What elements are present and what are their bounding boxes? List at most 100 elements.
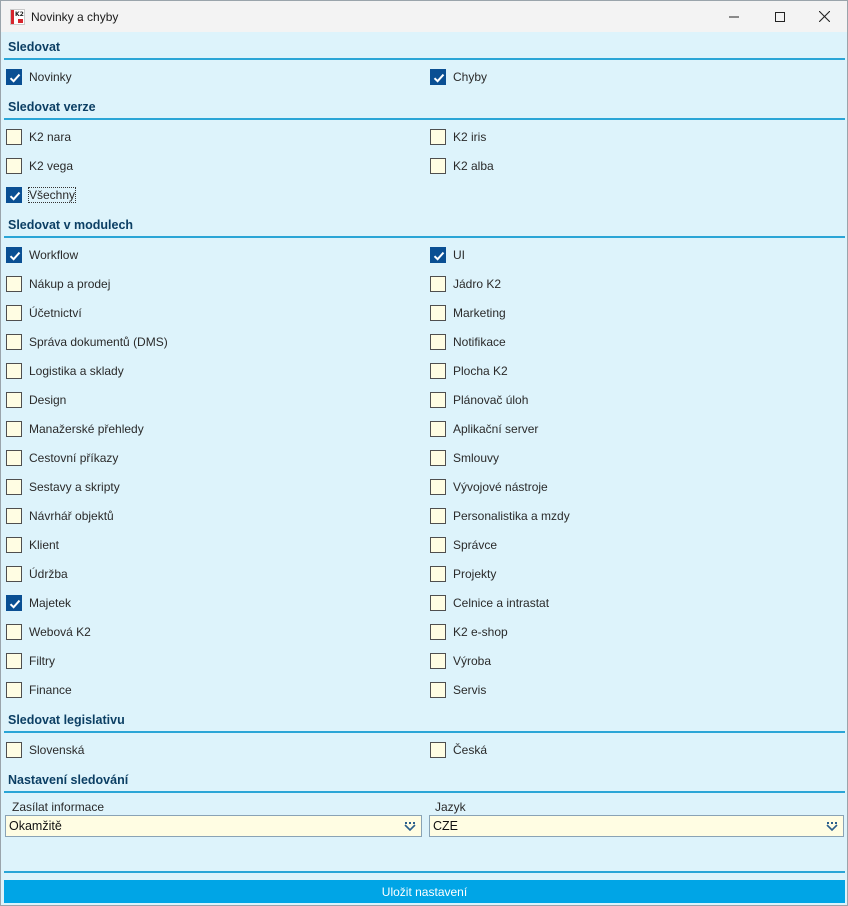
checkbox[interactable] (430, 392, 446, 408)
checkbox[interactable] (6, 247, 22, 263)
checkbox-label: Manažerské přehledy (29, 422, 144, 436)
checkbox[interactable] (6, 187, 22, 203)
checkbox-modules-celnice-a-intrastat[interactable]: Celnice a intrastat (430, 594, 549, 612)
checkbox-modules-marketing[interactable]: Marketing (430, 304, 506, 322)
checkbox-label: Cestovní příkazy (29, 451, 119, 465)
checkbox-modules-n-kup-a-prodej[interactable]: Nákup a prodej (6, 275, 110, 293)
checkbox-versions-k2-vega[interactable]: K2 vega (6, 157, 73, 175)
checkbox[interactable] (430, 479, 446, 495)
send-info-select[interactable]: Okamžitě (5, 815, 422, 837)
checkbox-modules-servis[interactable]: Servis (430, 681, 486, 699)
checkbox[interactable] (6, 682, 22, 698)
checkbox[interactable] (6, 742, 22, 758)
language-select[interactable]: CZE (429, 815, 844, 837)
checkbox[interactable] (6, 392, 22, 408)
checkbox-follow-chyby[interactable]: Chyby (430, 68, 487, 86)
checkbox[interactable] (6, 595, 22, 611)
checkbox-follow-novinky[interactable]: Novinky (6, 68, 72, 86)
checkbox-versions-k2-iris[interactable]: K2 iris (430, 128, 486, 146)
checkbox-modules-ui[interactable]: UI (430, 246, 465, 264)
checkbox-legislation-slovensk[interactable]: Slovenská (6, 741, 84, 759)
checkbox[interactable] (6, 69, 22, 85)
checkbox-label: K2 nara (29, 130, 72, 144)
checkbox[interactable] (6, 158, 22, 174)
checkbox[interactable] (430, 158, 446, 174)
checkbox[interactable] (6, 508, 22, 524)
checkbox[interactable] (6, 129, 22, 145)
checkbox[interactable] (6, 334, 22, 350)
checkbox-modules-spr-va-dokument-dms[interactable]: Správa dokumentů (DMS) (6, 333, 168, 351)
minimize-button[interactable] (711, 1, 757, 32)
checkbox-modules-personalistika-a-mzdy[interactable]: Personalistika a mzdy (430, 507, 570, 525)
save-settings-button[interactable]: Uložit nastavení (4, 880, 845, 903)
checkbox[interactable] (430, 421, 446, 437)
check-icon (433, 251, 445, 261)
checkbox[interactable] (6, 363, 22, 379)
footer-divider (4, 871, 845, 873)
checkbox-versions-v-echny[interactable]: Všechny (6, 186, 77, 204)
checkbox-legislation-esk[interactable]: Česká (430, 741, 487, 759)
checkbox[interactable] (430, 129, 446, 145)
checkbox[interactable] (6, 450, 22, 466)
checkbox-modules-etnictv[interactable]: Účetnictví (6, 304, 82, 322)
checkbox[interactable] (6, 653, 22, 669)
close-button[interactable] (801, 1, 847, 32)
checkbox-modules-v-vojov-n-stroje[interactable]: Vývojové nástroje (430, 478, 548, 496)
checkbox-modules-notifikace[interactable]: Notifikace (430, 333, 506, 351)
checkbox-modules-design[interactable]: Design (6, 391, 66, 409)
checkbox-modules-v-roba[interactable]: Výroba (430, 652, 491, 670)
checkbox-modules-aplika-n-server[interactable]: Aplikační server (430, 420, 538, 438)
checkbox-versions-k2-alba[interactable]: K2 alba (430, 157, 494, 175)
checkbox[interactable] (430, 305, 446, 321)
title-bar[interactable]: K2 Novinky a chyby (1, 1, 847, 32)
checkbox-modules-filtry[interactable]: Filtry (6, 652, 55, 670)
checkbox[interactable] (6, 537, 22, 553)
checkbox-modules-pl-nova-loh[interactable]: Plánovač úloh (430, 391, 528, 409)
checkbox-modules-projekty[interactable]: Projekty (430, 565, 496, 583)
checkbox-modules-dr-ba[interactable]: Údržba (6, 565, 68, 583)
checkbox-modules-sestavy-a-skripty[interactable]: Sestavy a skripty (6, 478, 120, 496)
checkbox-modules-majetek[interactable]: Majetek (6, 594, 71, 612)
maximize-button[interactable] (757, 1, 803, 32)
checkbox[interactable] (6, 624, 22, 640)
checkbox[interactable] (430, 682, 446, 698)
checkbox[interactable] (430, 537, 446, 553)
checkbox[interactable] (430, 624, 446, 640)
checkbox-modules-workflow[interactable]: Workflow (6, 246, 78, 264)
checkbox-modules-n-vrh-objekt[interactable]: Návrhář objektů (6, 507, 114, 525)
checkbox-modules-spr-vce[interactable]: Správce (430, 536, 497, 554)
checkbox[interactable] (430, 363, 446, 379)
checkbox[interactable] (430, 653, 446, 669)
checkbox-label: Plánovač úloh (453, 393, 529, 407)
checkbox[interactable] (430, 69, 446, 85)
language-label: Jazyk (435, 800, 466, 814)
checkbox-label: Správa dokumentů (DMS) (29, 335, 168, 349)
checkbox[interactable] (430, 508, 446, 524)
checkbox[interactable] (430, 334, 446, 350)
checkbox[interactable] (6, 276, 22, 292)
checkbox[interactable] (6, 305, 22, 321)
checkbox-versions-k2-nara[interactable]: K2 nara (6, 128, 71, 146)
checkbox-modules-klient[interactable]: Klient (6, 536, 59, 554)
checkbox[interactable] (6, 421, 22, 437)
checkbox-modules-k2-e-shop[interactable]: K2 e-shop (430, 623, 508, 641)
checkbox[interactable] (430, 276, 446, 292)
checkbox-modules-j-dro-k2[interactable]: Jádro K2 (430, 275, 501, 293)
checkbox[interactable] (430, 595, 446, 611)
checkbox[interactable] (6, 479, 22, 495)
checkbox-modules-finance[interactable]: Finance (6, 681, 72, 699)
checkbox-modules-mana-ersk-p-ehledy[interactable]: Manažerské přehledy (6, 420, 144, 438)
checkbox[interactable] (6, 566, 22, 582)
checkbox-modules-logistika-a-sklady[interactable]: Logistika a sklady (6, 362, 124, 380)
section-follow-title: Sledovat (8, 40, 61, 54)
checkbox[interactable] (430, 247, 446, 263)
checkbox-modules-webov-k2[interactable]: Webová K2 (6, 623, 91, 641)
checkbox[interactable] (430, 450, 446, 466)
checkbox-modules-smlouvy[interactable]: Smlouvy (430, 449, 499, 467)
checkbox-modules-cestovn-p-kazy[interactable]: Cestovní příkazy (6, 449, 118, 467)
checkbox[interactable] (430, 566, 446, 582)
checkbox-modules-plocha-k2[interactable]: Plocha K2 (430, 362, 508, 380)
checkbox-label: Design (29, 393, 67, 407)
checkbox-label: Výroba (453, 654, 492, 668)
checkbox[interactable] (430, 742, 446, 758)
